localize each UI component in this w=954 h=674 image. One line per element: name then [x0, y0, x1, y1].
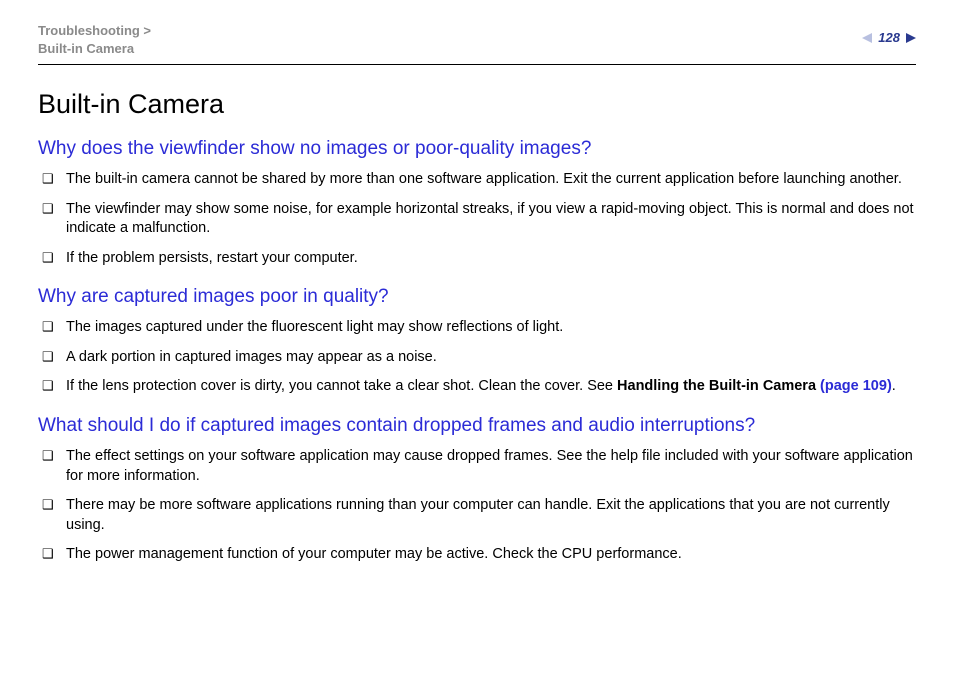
page-title: Built-in Camera	[38, 89, 916, 120]
list-item: The effect settings on your software app…	[38, 447, 916, 486]
question-heading: Why are captured images poor in quality?	[38, 286, 916, 308]
list-item-text: If the lens protection cover is dirty, y…	[66, 378, 617, 394]
breadcrumb: Troubleshooting > Built-in Camera	[38, 22, 151, 57]
page-header: Troubleshooting > Built-in Camera 128	[38, 22, 916, 60]
question-heading: What should I do if captured images cont…	[38, 415, 916, 437]
header-divider	[38, 64, 916, 65]
answer-list: The images captured under the fluorescen…	[38, 318, 916, 397]
answer-list: The built-in camera cannot be shared by …	[38, 170, 916, 268]
list-item: The power management function of your co…	[38, 545, 916, 565]
reference-page-link[interactable]: (page 109)	[820, 378, 892, 394]
breadcrumb-section: Troubleshooting >	[38, 22, 151, 40]
list-item-text: The built-in camera cannot be shared by …	[66, 171, 902, 187]
page-number: 128	[878, 30, 900, 45]
list-item-text: A dark portion in captured images may ap…	[66, 349, 437, 365]
prev-page-icon[interactable]	[862, 33, 872, 43]
list-item: There may be more software applications …	[38, 496, 916, 535]
list-item: A dark portion in captured images may ap…	[38, 348, 916, 368]
list-item-text: The effect settings on your software app…	[66, 448, 913, 484]
list-item: The viewfinder may show some noise, for …	[38, 200, 916, 239]
content-sections: Why does the viewfinder show no images o…	[38, 138, 916, 565]
reference-title: Handling the Built-in Camera	[617, 378, 820, 394]
list-item-text: The power management function of your co…	[66, 546, 682, 562]
list-item-text: The images captured under the fluorescen…	[66, 319, 563, 335]
list-item-text: The viewfinder may show some noise, for …	[66, 201, 914, 237]
next-page-icon[interactable]	[906, 33, 916, 43]
document-page: Troubleshooting > Built-in Camera 128 Bu…	[0, 0, 954, 674]
question-heading: Why does the viewfinder show no images o…	[38, 138, 916, 160]
answer-list: The effect settings on your software app…	[38, 447, 916, 565]
list-item: The images captured under the fluorescen…	[38, 318, 916, 338]
page-navigation: 128	[862, 30, 916, 45]
list-item: If the lens protection cover is dirty, y…	[38, 377, 916, 397]
list-item: If the problem persists, restart your co…	[38, 249, 916, 269]
list-item-text: If the problem persists, restart your co…	[66, 250, 358, 266]
list-item-text: There may be more software applications …	[66, 497, 890, 533]
breadcrumb-current: Built-in Camera	[38, 40, 151, 58]
list-item-trail: .	[892, 378, 896, 394]
list-item: The built-in camera cannot be shared by …	[38, 170, 916, 190]
